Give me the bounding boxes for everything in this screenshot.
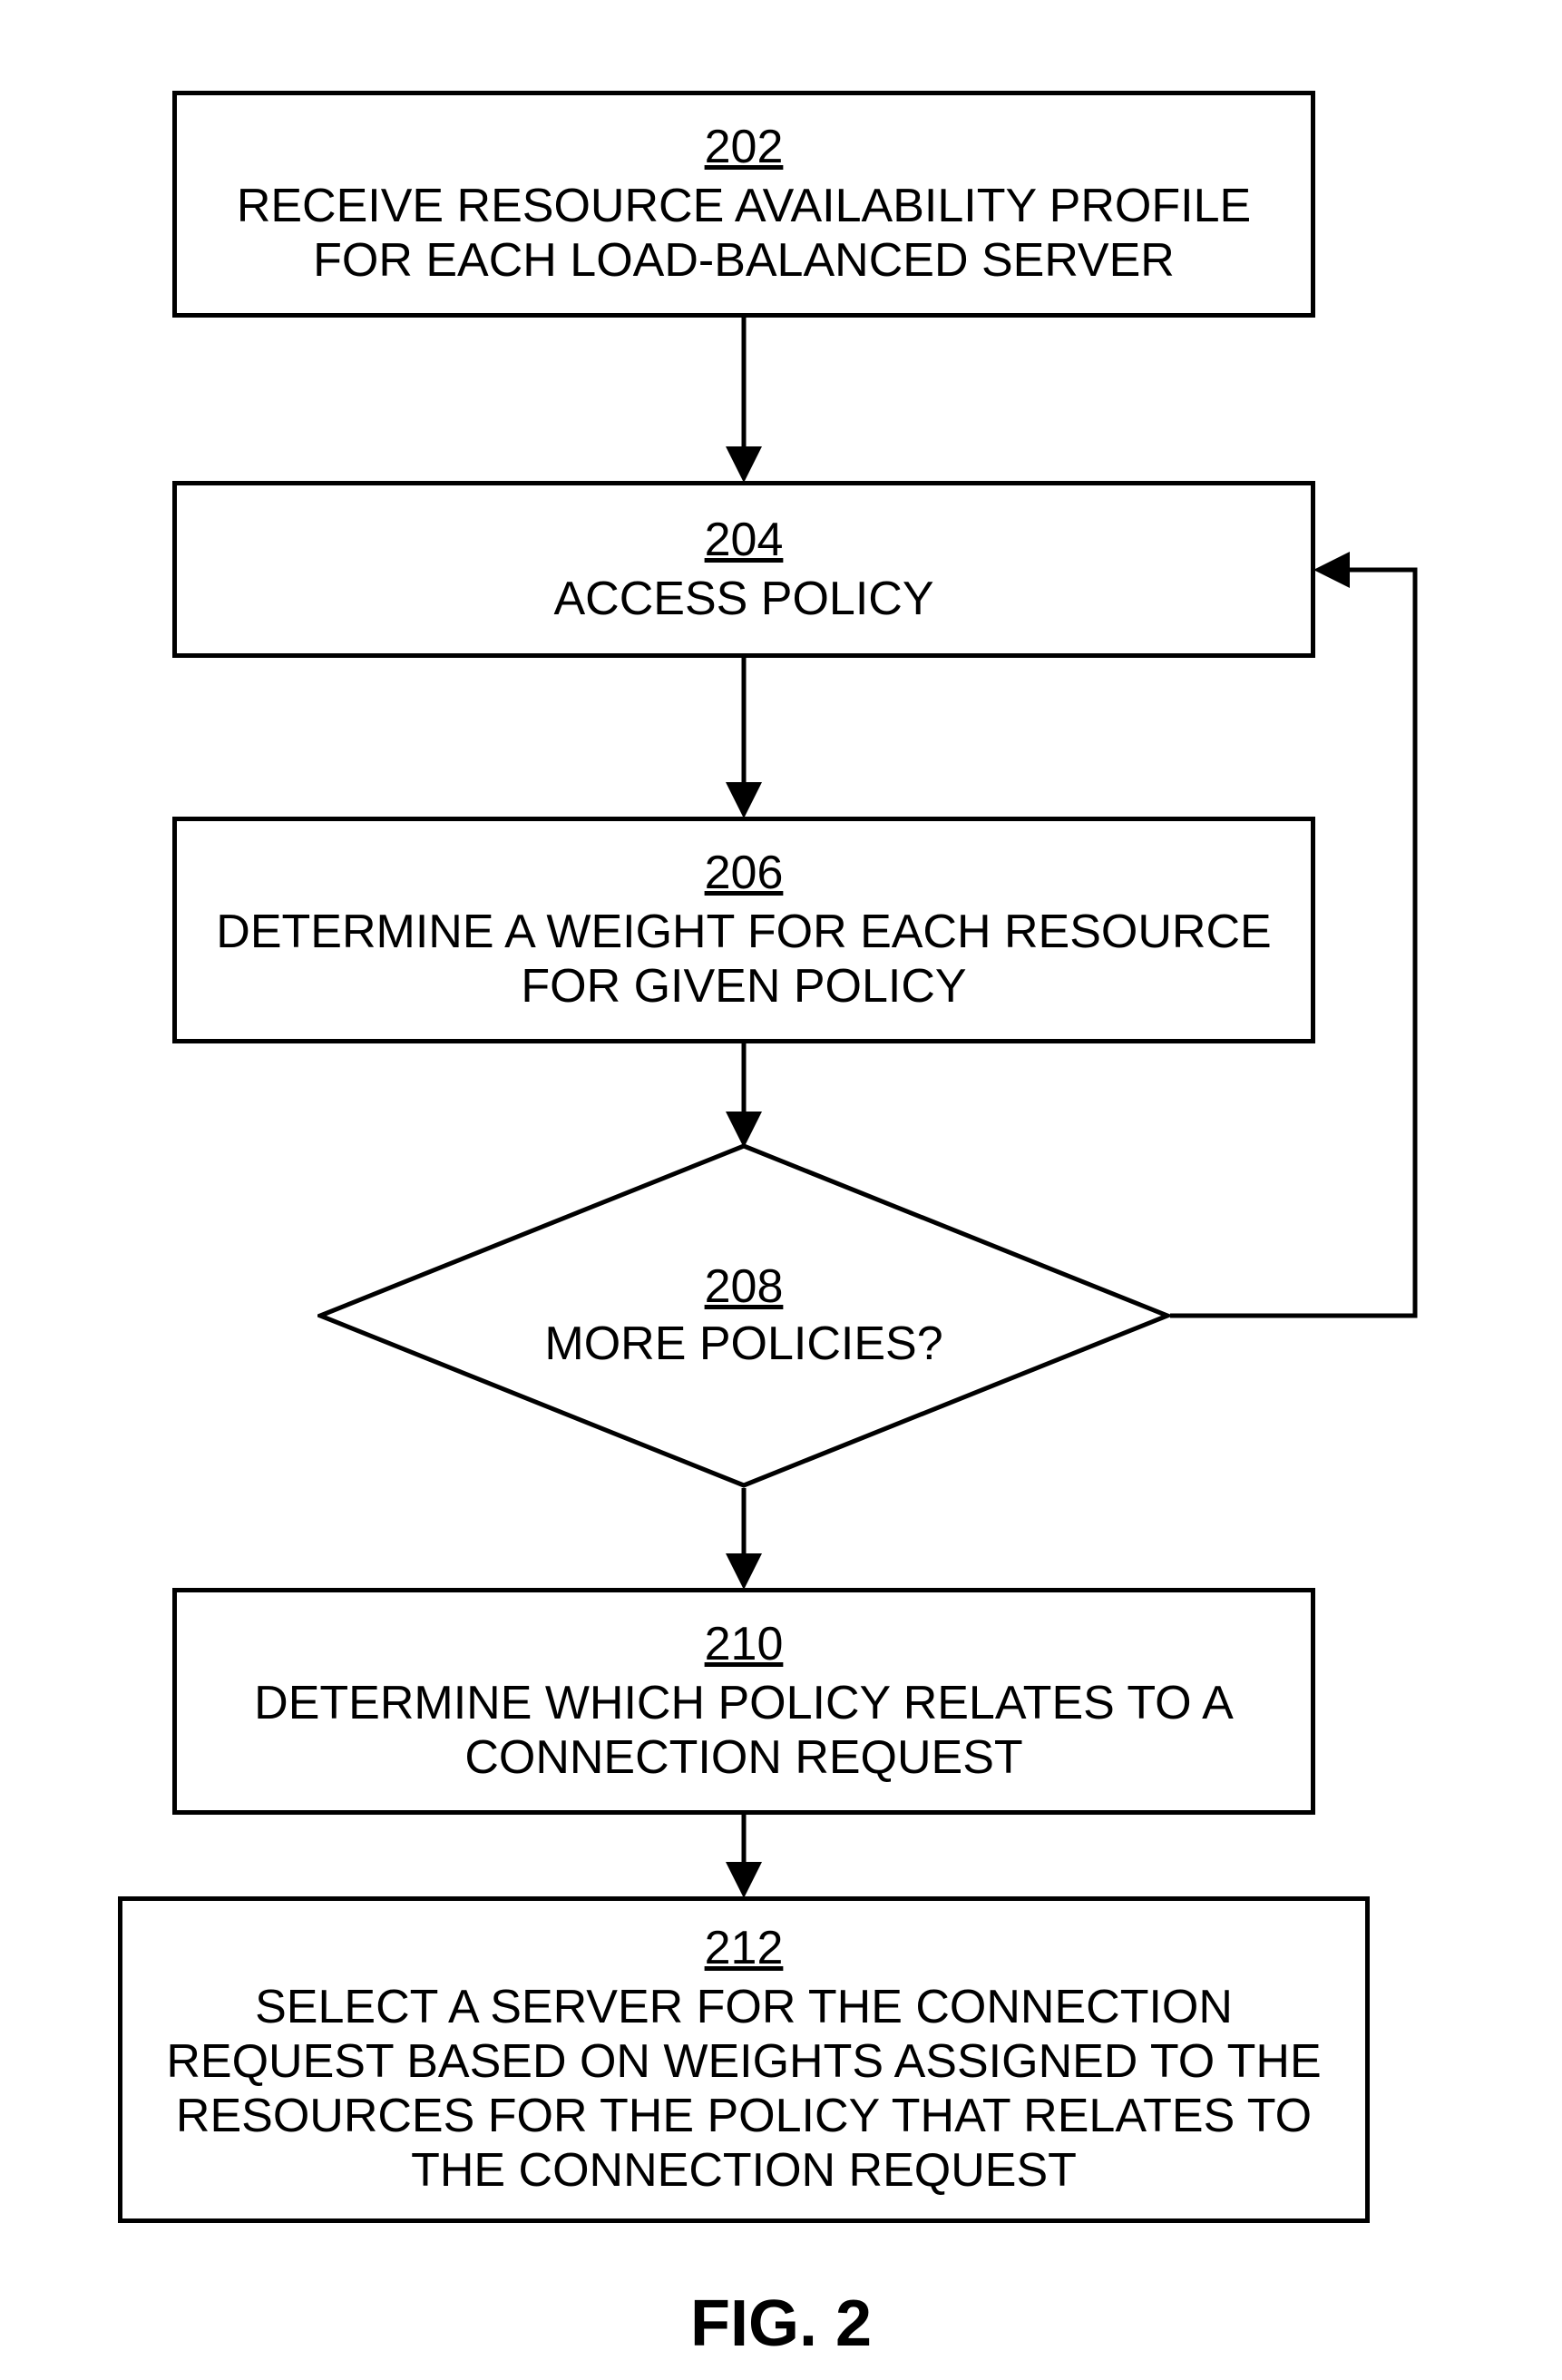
step-204-number: 204 bbox=[705, 513, 784, 567]
decision-208-number: 208 bbox=[705, 1259, 784, 1314]
step-206: 206 DETERMINE A WEIGHT FOR EACH RESOURCE… bbox=[172, 817, 1315, 1043]
step-210: 210 DETERMINE WHICH POLICY RELATES TO A … bbox=[172, 1588, 1315, 1815]
step-212-text: SELECT A SERVER FOR THE CONNECTION REQUE… bbox=[141, 1981, 1347, 2198]
step-210-number: 210 bbox=[705, 1617, 784, 1671]
step-212: 212 SELECT A SERVER FOR THE CONNECTION R… bbox=[118, 1896, 1370, 2223]
step-204: 204 ACCESS POLICY bbox=[172, 481, 1315, 658]
figure-label: FIG. 2 bbox=[0, 2287, 1562, 2361]
step-202-number: 202 bbox=[705, 120, 784, 174]
step-210-text: DETERMINE WHICH POLICY RELATES TO A CONN… bbox=[195, 1677, 1293, 1786]
decision-208: 208 MORE POLICIES? bbox=[317, 1143, 1170, 1488]
step-206-text: DETERMINE A WEIGHT FOR EACH RESOURCE FOR… bbox=[195, 906, 1293, 1014]
step-202-text: RECEIVE RESOURCE AVAILABILITY PROFILE FO… bbox=[195, 180, 1293, 289]
step-204-text: ACCESS POLICY bbox=[553, 573, 933, 627]
step-206-number: 206 bbox=[705, 846, 784, 900]
step-212-number: 212 bbox=[705, 1921, 784, 1975]
step-202: 202 RECEIVE RESOURCE AVAILABILITY PROFIL… bbox=[172, 91, 1315, 318]
decision-208-text: MORE POLICIES? bbox=[544, 1317, 942, 1372]
flowchart-canvas: 202 RECEIVE RESOURCE AVAILABILITY PROFIL… bbox=[0, 0, 1562, 2380]
